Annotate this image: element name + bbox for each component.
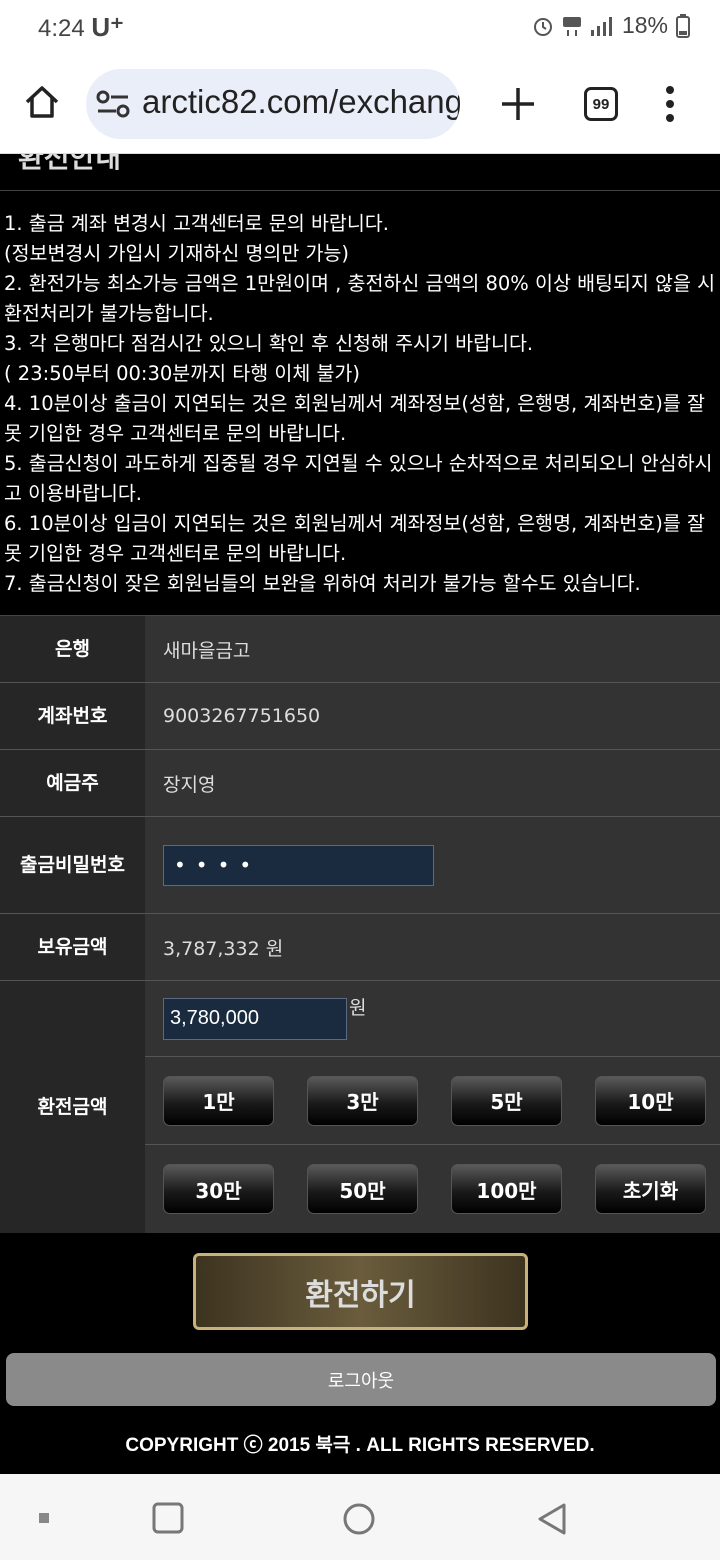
amount-input[interactable]: 3,780,000	[163, 997, 347, 1040]
home-icon[interactable]	[22, 82, 62, 122]
notice-line: 1. 출금 계좌 변경시 고객센터로 문의 바랍니다.	[4, 212, 389, 235]
holder-row: 예금주 장지영	[0, 750, 720, 817]
notice-line: 6. 10분이상 입금이 지연되는 것은 회원님께서 계좌정보(성함, 은행명,…	[4, 512, 705, 565]
amount-label: 환전금액	[0, 981, 145, 1233]
tab-count: 99	[592, 95, 610, 113]
system-nav-bar	[0, 1474, 720, 1560]
notice-line: 3. 각 은행마다 점검시간 있으니 확인 후 신청해 주시기 바랍니다.	[4, 332, 534, 355]
account-label: 계좌번호	[0, 683, 145, 749]
reset-button[interactable]: 초기화	[595, 1164, 706, 1214]
logout-button[interactable]: 로그아웃	[6, 1353, 716, 1406]
amount-controls: 3,780,000 원 1만 3만 5만 10만 30만 50만 100만 초기…	[145, 981, 720, 1233]
notice-line: 4. 10분이상 출금이 지연되는 것은 회원님께서 계좌정보(성함, 은행명,…	[4, 392, 705, 445]
amount-input-row: 3,780,000 원	[145, 981, 720, 1057]
new-tab-icon[interactable]	[498, 84, 538, 124]
menu-icon[interactable]	[660, 84, 680, 124]
exchange-page: 환전안내 1. 출금 계좌 변경시 고객센터로 문의 바랍니다. (정보변경시 …	[0, 154, 720, 1474]
balance-value: 3,787,332 원	[163, 937, 284, 960]
notice-box: 1. 출금 계좌 변경시 고객센터로 문의 바랍니다. (정보변경시 가입시 기…	[0, 190, 720, 616]
withdraw-password-input[interactable]: ••••	[163, 844, 434, 886]
password-label: 출금비밀번호	[0, 817, 145, 913]
balance-label: 보유금액	[0, 914, 145, 980]
password-row: 출금비밀번호 ••••	[0, 817, 720, 914]
page-title: 환전안내	[18, 154, 122, 174]
back-icon[interactable]	[534, 1501, 570, 1537]
status-bar: 4:24 U⁺ 18%	[0, 0, 720, 56]
exchange-form: 은행 새마을금고 계좌번호 9003267751650 예금주 장지영 출금비밀…	[0, 616, 720, 1233]
status-time: 4:24 U⁺	[38, 12, 124, 43]
notice-line: (정보변경시 가입시 기재하신 명의만 가능)	[4, 242, 349, 265]
browser-toolbar: arctic82.com/exchange 99	[0, 56, 720, 154]
quick-button-row: 30만 50만 100만 초기화	[145, 1145, 720, 1233]
address-bar[interactable]: arctic82.com/exchange	[86, 69, 460, 139]
home-button-icon[interactable]	[341, 1501, 377, 1537]
quick-50k-button[interactable]: 5만	[451, 1075, 562, 1126]
url-text: arctic82.com/exchange	[142, 83, 460, 120]
clock-text: 4:24	[38, 15, 85, 42]
quick-button-row: 1만 3만 5만 10만	[145, 1057, 720, 1145]
quick-300k-button[interactable]: 30만	[163, 1164, 274, 1214]
alarm-icon	[533, 17, 552, 36]
quick-30k-button[interactable]: 3만	[307, 1075, 418, 1126]
status-icons: 18%	[532, 12, 690, 39]
quick-500k-button[interactable]: 50만	[307, 1164, 418, 1214]
account-value: 9003267751650	[163, 705, 321, 727]
bank-row: 은행 새마을금고	[0, 616, 720, 683]
account-row: 계좌번호 9003267751650	[0, 683, 720, 750]
carrier-label: U⁺	[91, 12, 124, 42]
amount-row: 환전금액 3,780,000 원 1만 3만 5만 10만 30만 50만 10…	[0, 981, 720, 1233]
home-circle-icon[interactable]	[151, 1501, 187, 1535]
notice-line: ( 23:50부터 00:30분까지 타행 이체 불가)	[4, 362, 360, 385]
recents-icon[interactable]	[38, 1512, 52, 1526]
quick-100k-button[interactable]: 10만	[595, 1075, 706, 1126]
holder-label: 예금주	[0, 750, 145, 816]
battery-percent: 18%	[621, 12, 668, 38]
battery-icon	[676, 13, 690, 38]
notice-line: 7. 출금신청이 잦은 회원님들의 보완을 위하여 처리가 불가능 할수도 있습…	[4, 572, 641, 595]
quick-10k-button[interactable]: 1만	[163, 1075, 274, 1126]
copyright-footer: COPYRIGHT ⓒ 2015 북극 . ALL RIGHTS RESERVE…	[125, 1435, 595, 1456]
bank-value: 새마을금고	[163, 639, 251, 662]
exchange-submit-button[interactable]: 환전하기	[193, 1253, 528, 1330]
tab-switcher-button[interactable]: 99	[584, 87, 618, 121]
holder-value: 장지영	[163, 773, 216, 796]
site-settings-icon[interactable]	[96, 89, 130, 119]
signal-icon	[590, 16, 612, 36]
amount-unit: 원	[349, 997, 367, 1019]
password-cell: ••••	[145, 817, 720, 913]
notice-line: 2. 환전가능 최소가능 금액은 1만원이며 , 충전하신 금액의 80% 이상…	[4, 272, 716, 325]
lte-icon	[562, 16, 581, 36]
balance-row: 보유금액 3,787,332 원	[0, 914, 720, 981]
notice-line: 5. 출금신청이 과도하게 집중될 경우 지연될 수 있으나 순차적으로 처리되…	[4, 452, 713, 505]
quick-1m-button[interactable]: 100만	[451, 1164, 562, 1214]
bank-label: 은행	[0, 616, 145, 682]
